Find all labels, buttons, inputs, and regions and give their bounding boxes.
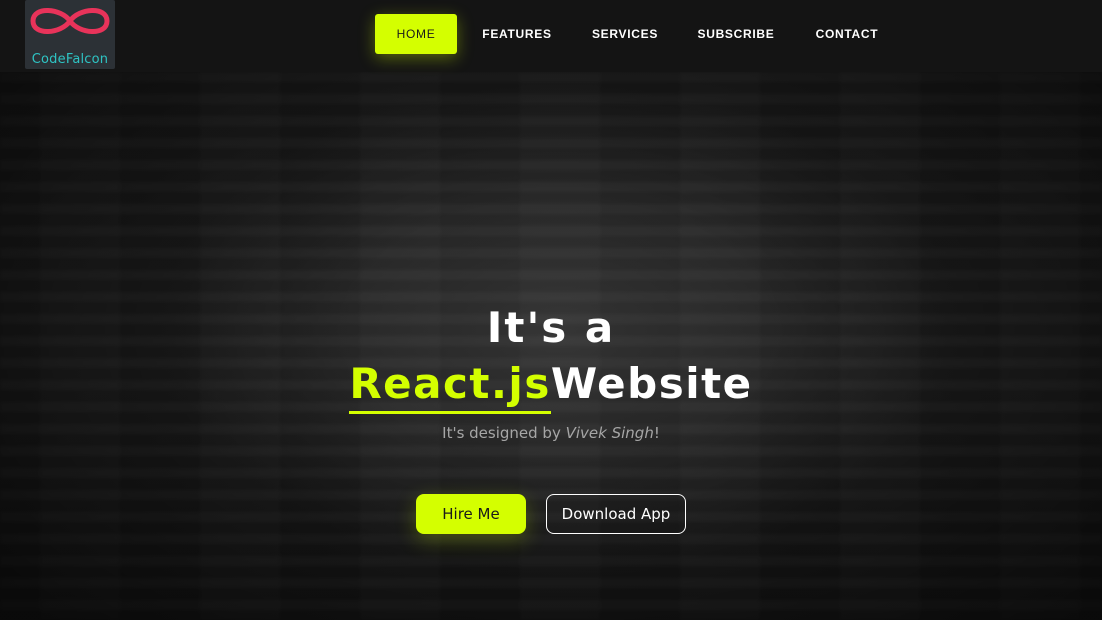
hero-section: It's a React.jsWebsite It's designed by … <box>0 300 1102 442</box>
author-name: Vivek Singh <box>565 424 654 442</box>
hero-subtitle: It's designed by Vivek Singh! <box>0 424 1102 442</box>
nav-menu: HOME FEATURES SERVICES SUBSCRIBE CONTACT <box>375 14 897 54</box>
hero-heading-rest: Website <box>550 359 753 408</box>
brand-name: CodeFalcon <box>31 52 109 67</box>
hire-me-button[interactable]: Hire Me <box>416 494 526 534</box>
subtitle-suffix: ! <box>653 424 660 442</box>
brand-logo[interactable]: CodeFalcon <box>25 0 115 69</box>
nav-item-subscribe[interactable]: SUBSCRIBE <box>675 14 797 54</box>
landing-page: CodeFalcon HOME FEATURES SERVICES SUBSCR… <box>0 0 1102 620</box>
subtitle-prefix: It's designed by <box>442 424 561 442</box>
nav-item-services[interactable]: SERVICES <box>575 14 675 54</box>
hero-buttons: Hire Me Download App <box>0 494 1102 534</box>
nav-item-contact[interactable]: CONTACT <box>797 14 897 54</box>
top-navbar: CodeFalcon HOME FEATURES SERVICES SUBSCR… <box>0 0 1102 72</box>
hero-heading-line1: It's a <box>486 303 616 352</box>
download-app-button[interactable]: Download App <box>546 494 686 534</box>
nav-item-home[interactable]: HOME <box>375 14 457 54</box>
infinity-icon <box>30 8 110 34</box>
hero-accent-word: React.js <box>349 356 551 414</box>
hero-heading-line2: React.jsWebsite <box>0 356 1102 414</box>
nav-item-features[interactable]: FEATURES <box>459 14 575 54</box>
